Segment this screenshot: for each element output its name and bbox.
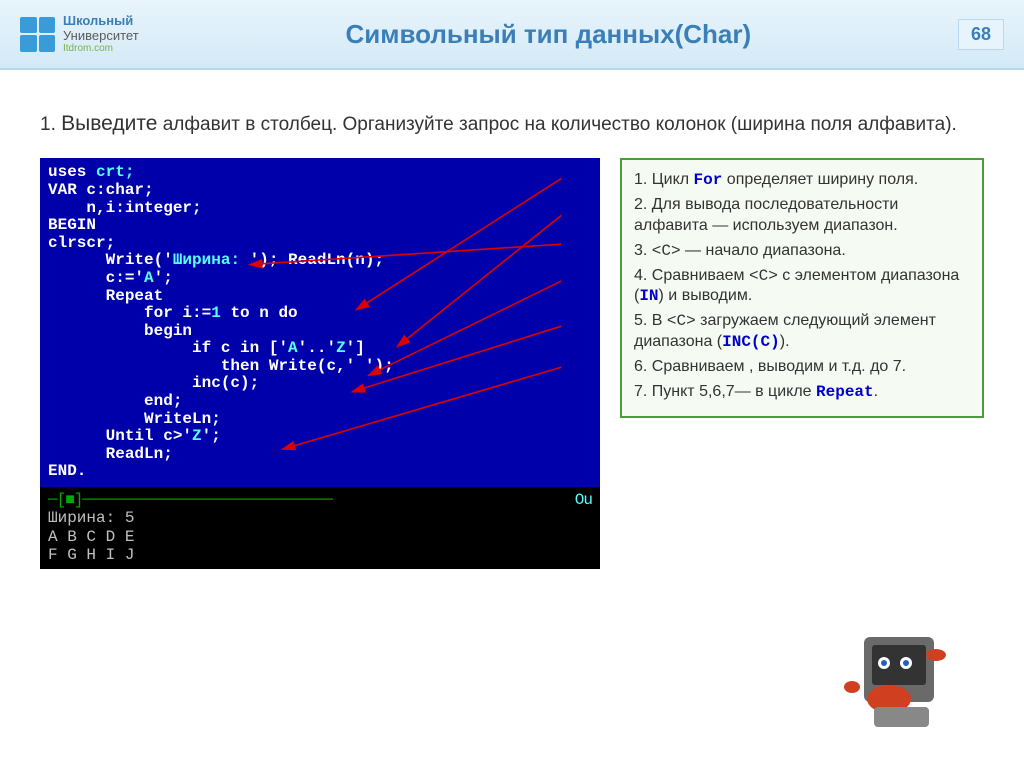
note-item: 3. <С> — начало диапазона.	[634, 241, 970, 262]
lower-row: uses crt; VAR c:char; n,i:integer; BEGIN…	[40, 158, 984, 568]
code-column: uses crt; VAR c:char; n,i:integer; BEGIN…	[40, 158, 600, 568]
note-item: 2. Для вывода последовательности алфавит…	[634, 195, 970, 237]
note-item: 5. В <С> загружаем следующий элемент диа…	[634, 311, 970, 353]
logo-text: Школьный Университет Itdrom.com	[63, 14, 139, 54]
output-line: F G H I J	[48, 546, 592, 564]
note-item: 6. Сравниваем , выводим и т.д. до 7.	[634, 357, 970, 378]
output-line: Ширина: 5	[48, 509, 592, 527]
slide-header: Школьный Университет Itdrom.com Символьн…	[0, 0, 1024, 70]
output-line: A B C D E	[48, 528, 592, 546]
content-area: 1. Выведите алфавит в столбец. Организуй…	[0, 70, 1024, 569]
logo-icon	[20, 17, 55, 52]
code-editor: uses crt; VAR c:char; n,i:integer; BEGIN…	[40, 158, 600, 487]
notes-box: 1. Цикл For определяет ширину поля. 2. Д…	[620, 158, 984, 418]
task-text: 1. Выведите алфавит в столбец. Организуй…	[40, 110, 984, 138]
note-item: 4. Сравниваем <С> с элементом диапазона …	[634, 266, 970, 308]
robot-mascot-icon	[844, 627, 964, 737]
logo: Школьный Университет Itdrom.com	[20, 14, 139, 54]
page-number: 68	[958, 19, 1004, 50]
note-item: 7. Пункт 5,6,7— в цикле Repeat.	[634, 382, 970, 403]
note-item: 1. Цикл For определяет ширину поля.	[634, 170, 970, 191]
output-console: ─[■]───────────────────────────── Ou Шир…	[40, 487, 600, 569]
slide-title: Символьный тип данных(Char)	[139, 19, 958, 50]
